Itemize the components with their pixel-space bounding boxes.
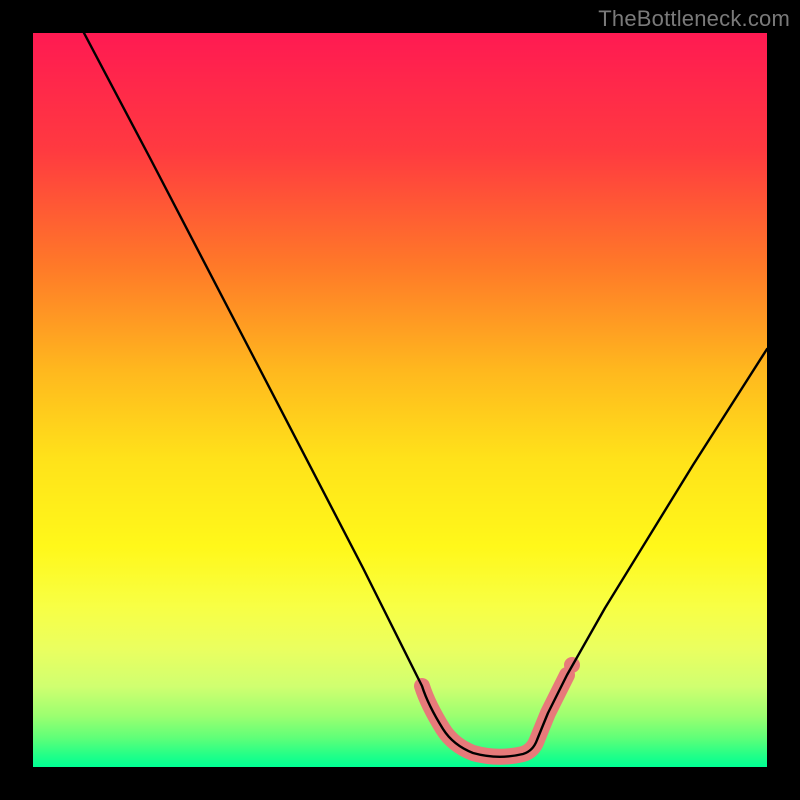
watermark-text: TheBottleneck.com	[598, 6, 790, 32]
low-region-highlight	[422, 657, 580, 757]
chart-svg	[33, 33, 767, 767]
chart-frame: TheBottleneck.com	[0, 0, 800, 800]
gradient-plot-area	[33, 33, 767, 767]
bottleneck-curve	[84, 33, 767, 757]
